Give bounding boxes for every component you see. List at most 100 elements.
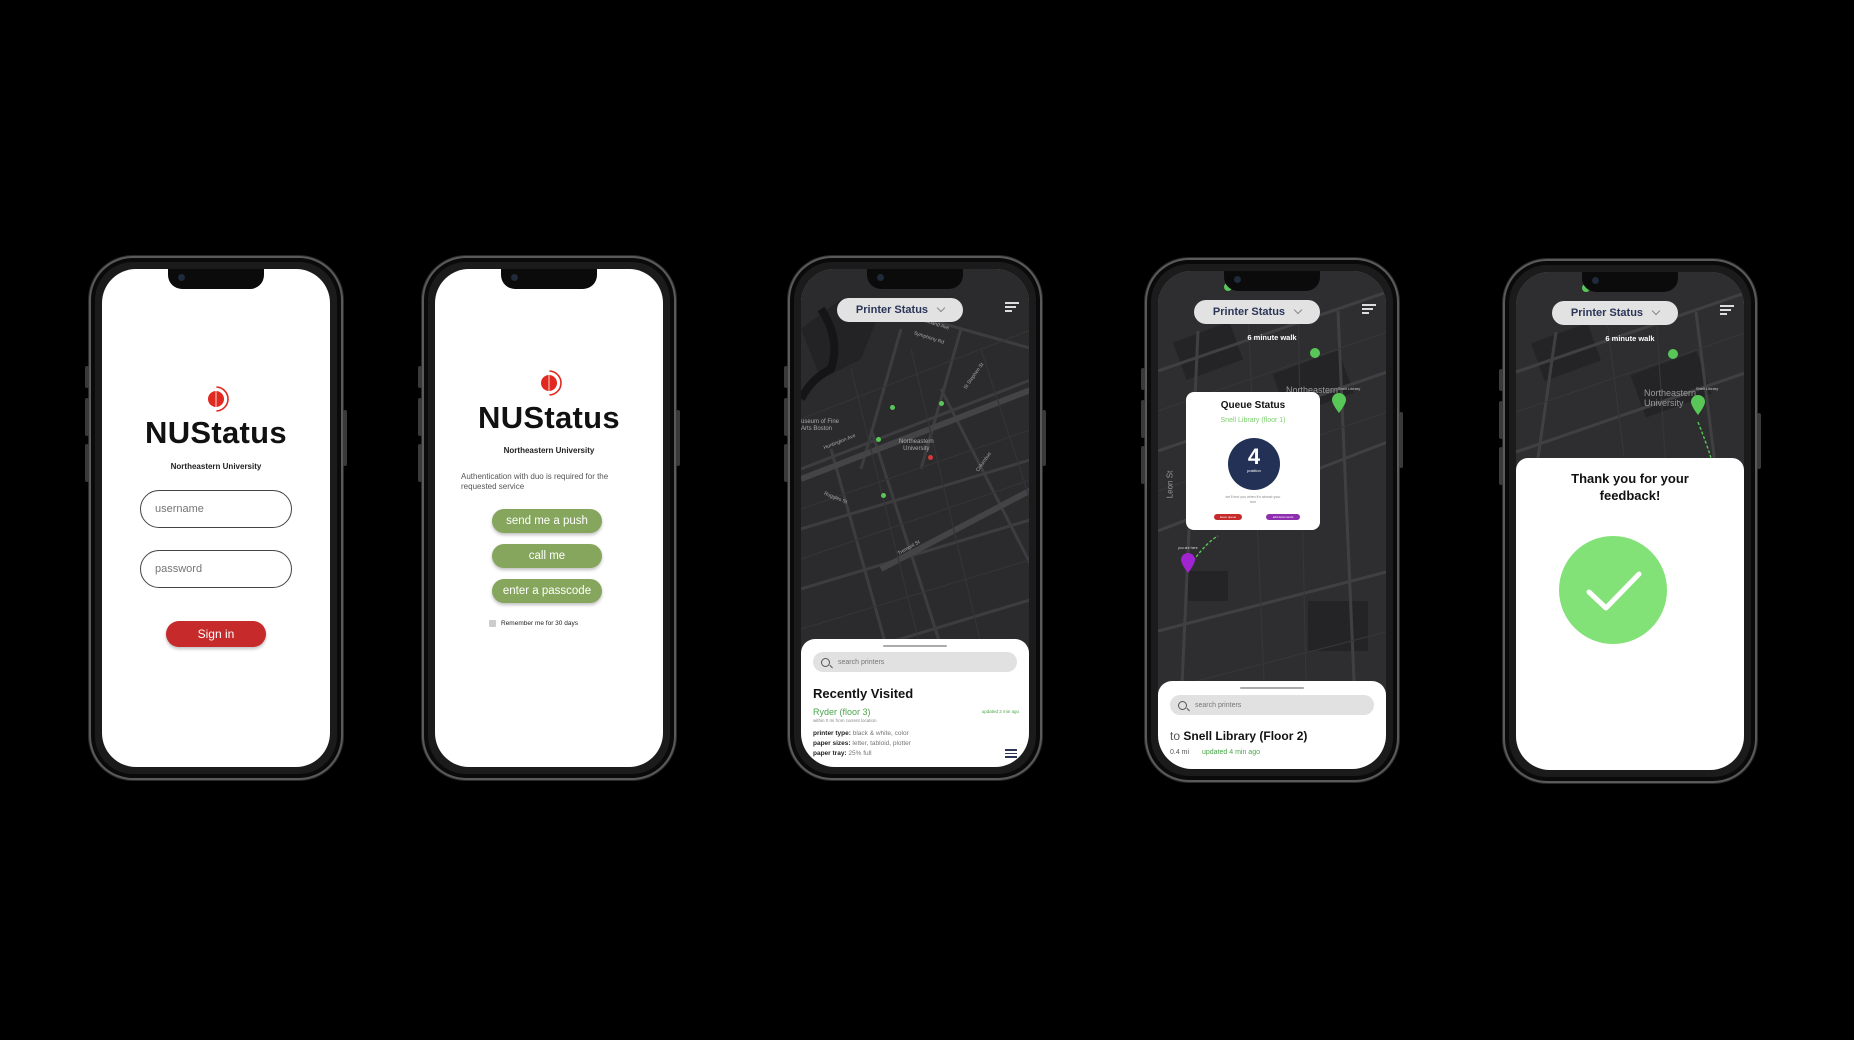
map-label-you: you are here bbox=[1178, 546, 1198, 550]
position-label: position bbox=[1247, 468, 1261, 473]
side-button bbox=[1042, 410, 1046, 466]
printer-marker-busy[interactable] bbox=[928, 455, 933, 460]
printer-marker[interactable] bbox=[939, 401, 944, 406]
filter-menu-icon[interactable] bbox=[1005, 302, 1019, 313]
side-button bbox=[1499, 447, 1503, 485]
printer-status-dropdown[interactable]: Printer Status bbox=[837, 298, 963, 322]
chevron-down-icon bbox=[1651, 306, 1661, 316]
printer-distance: within 0 mi from current location bbox=[813, 718, 877, 723]
add-documents-button[interactable]: add documents bbox=[1266, 514, 1300, 520]
side-button bbox=[418, 398, 422, 436]
leave-queue-button[interactable]: leave queue bbox=[1214, 514, 1242, 520]
dropdown-label: Printer Status bbox=[1212, 306, 1286, 318]
phone-duo-auth: NUStatus Northeastern University Authent… bbox=[418, 256, 680, 780]
paper-sizes-value: letter, tabloid, plotter bbox=[852, 740, 911, 747]
destination-updated: updated 4 min ago bbox=[1202, 749, 1260, 756]
send-push-button[interactable]: send me a push bbox=[492, 509, 602, 533]
bottom-sheet[interactable]: search printers to Snell Library (Floor … bbox=[1158, 681, 1386, 769]
phone-feedback: Northeastern University Snell Library Pr… bbox=[1499, 259, 1761, 783]
queue-status-card: Queue Status Snell Library (floor 1) 4 p… bbox=[1186, 392, 1320, 530]
enter-passcode-button[interactable]: enter a passcode bbox=[492, 579, 602, 603]
side-button bbox=[343, 410, 347, 466]
map-label-campus: Northeastern University bbox=[1644, 388, 1697, 408]
paper-sizes-row: paper sizes: letter, tabloid, plotter bbox=[813, 740, 911, 747]
destination-prefix: to bbox=[1170, 729, 1181, 743]
map-label-snell: Snell Library bbox=[1696, 386, 1719, 391]
printer-marker[interactable] bbox=[876, 437, 881, 442]
destination-pin-icon[interactable] bbox=[1691, 395, 1705, 415]
paper-tray-row: paper tray: 25% full bbox=[813, 750, 872, 757]
more-icon[interactable] bbox=[1005, 749, 1017, 758]
side-button bbox=[85, 366, 89, 388]
sheet-handle[interactable] bbox=[883, 645, 947, 647]
sign-in-button[interactable]: Sign in bbox=[166, 621, 266, 647]
search-icon bbox=[821, 657, 830, 667]
side-button bbox=[85, 444, 89, 482]
printer-marker[interactable] bbox=[1668, 349, 1678, 359]
dropdown-label: Printer Status bbox=[855, 304, 929, 316]
printer-marker[interactable] bbox=[1310, 348, 1320, 358]
chevron-down-icon bbox=[1293, 305, 1303, 315]
sheet-handle[interactable] bbox=[1240, 687, 1304, 689]
printer-name[interactable]: Ryder (floor 3) bbox=[813, 707, 871, 717]
notch bbox=[1224, 271, 1320, 291]
paper-tray-value: 25% full bbox=[848, 750, 872, 757]
call-me-button[interactable]: call me bbox=[492, 544, 602, 568]
map-label-leon: Leon St bbox=[1165, 470, 1175, 499]
section-title: Recently Visited bbox=[813, 686, 914, 701]
phone-login: NUStatus Northeastern University Sign in bbox=[85, 256, 347, 780]
printer-marker[interactable] bbox=[881, 493, 886, 498]
username-field[interactable] bbox=[140, 490, 292, 528]
university-label: Northeastern University bbox=[503, 446, 595, 455]
password-field[interactable] bbox=[140, 550, 292, 588]
remember-label: Remember me for 30 days bbox=[501, 620, 578, 627]
queue-position-badge: 4 position bbox=[1228, 438, 1280, 490]
walk-time: 6 minute walk bbox=[1605, 334, 1655, 343]
printer-type-row: printer type: black & white, color bbox=[813, 730, 909, 737]
map-label-snell: Snell Library bbox=[1338, 386, 1361, 391]
printer-status-dropdown[interactable]: Printer Status bbox=[1194, 300, 1320, 324]
screen: NUStatus Northeastern University Sign in bbox=[102, 269, 330, 767]
remember-me[interactable]: Remember me for 30 days bbox=[489, 620, 578, 627]
filter-menu-icon[interactable] bbox=[1720, 305, 1734, 316]
screen: useum of Fine Arts Boston Northeastern U… bbox=[801, 269, 1029, 767]
search-input[interactable]: search printers bbox=[1170, 695, 1374, 715]
printer-marker[interactable] bbox=[890, 405, 895, 410]
filter-menu-icon[interactable] bbox=[1362, 304, 1376, 315]
side-button bbox=[784, 444, 788, 482]
phone-map-list: useum of Fine Arts Boston Northeastern U… bbox=[784, 256, 1046, 780]
printer-status-dropdown[interactable]: Printer Status bbox=[1552, 301, 1678, 325]
printer-type-label: printer type: bbox=[813, 730, 851, 737]
search-input[interactable]: search printers bbox=[813, 652, 1017, 672]
search-placeholder: search printers bbox=[838, 658, 885, 666]
text-note: we'll text you when it's almost your tur… bbox=[1225, 495, 1281, 504]
destination-row: to Snell Library (Floor 2) bbox=[1170, 729, 1307, 743]
notch bbox=[168, 269, 264, 289]
printer-type-value: black & white, color bbox=[852, 730, 909, 737]
queue-title: Queue Status bbox=[1220, 400, 1286, 411]
remember-checkbox[interactable] bbox=[489, 620, 496, 627]
brand-title: NUStatus bbox=[478, 400, 620, 435]
side-button bbox=[1141, 446, 1145, 484]
side-button bbox=[1499, 369, 1503, 391]
side-button bbox=[418, 444, 422, 482]
search-icon bbox=[1178, 700, 1187, 710]
side-button bbox=[1399, 412, 1403, 468]
screen: Northeastern Snell Library Leon St you a… bbox=[1158, 271, 1386, 769]
dropdown-label: Printer Status bbox=[1570, 307, 1644, 319]
thanks-message: Thank you for your feedback! bbox=[1571, 471, 1689, 503]
destination-pin-icon[interactable] bbox=[1332, 393, 1346, 413]
paper-sizes-label: paper sizes: bbox=[813, 740, 851, 747]
auth-instructions: Authentication with duo is required for … bbox=[461, 472, 609, 491]
queue-location: Snell Library (floor 1) bbox=[1220, 417, 1286, 424]
paper-tray-label: paper tray: bbox=[813, 750, 847, 757]
bottom-sheet[interactable]: search printers Recently Visited Ryder (… bbox=[801, 639, 1029, 767]
phone-queue: Northeastern Snell Library Leon St you a… bbox=[1141, 258, 1403, 782]
feedback-confirmation: Thank you for your feedback! bbox=[1516, 458, 1744, 770]
destination-name: Snell Library (Floor 2) bbox=[1183, 729, 1308, 743]
checkmark-icon bbox=[1586, 571, 1642, 611]
destination-distance: 0.4 mi bbox=[1170, 749, 1190, 756]
nustatus-logo-icon bbox=[208, 386, 229, 412]
side-button bbox=[1499, 401, 1503, 439]
nustatus-logo-icon bbox=[541, 370, 562, 396]
